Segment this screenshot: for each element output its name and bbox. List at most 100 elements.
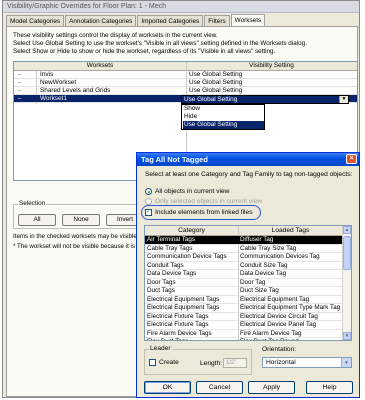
- table-row[interactable]: Cable Tray Tags Cable Tray Size Tag: [145, 244, 343, 253]
- vg-titlebar[interactable]: Visibility/Graphic Overrides for Floor P…: [3, 1, 359, 13]
- loaded-tag-name[interactable]: Diffuser Tag: [240, 236, 273, 244]
- loaded-tag-name[interactable]: Duct Size Tag: [240, 287, 279, 295]
- orientation-value: Horizontal: [266, 359, 296, 366]
- chevron-down-icon[interactable]: ▼: [341, 358, 351, 367]
- table-row[interactable]: Conduit Tags Conduit Size Tag: [145, 262, 343, 270]
- loaded-tag-name[interactable]: Cable Tray Size Tag: [240, 245, 296, 253]
- scroll-up-icon[interactable]: ▲: [343, 226, 351, 234]
- table-row[interactable]: Electrical Fixture Tags Electrical Device…: [145, 312, 343, 321]
- visibility-column-header[interactable]: Visibility Setting: [186, 62, 357, 71]
- workset-visibility[interactable]: Use Global Setting: [189, 87, 242, 95]
- tab-model-categories[interactable]: Model Categories: [6, 15, 65, 26]
- worksets-description-line: Select Use Global Setting to use the wor…: [13, 40, 307, 47]
- category-column-header[interactable]: Category: [145, 226, 238, 236]
- select-none-button[interactable]: None: [62, 214, 100, 226]
- select-all-button[interactable]: All: [18, 214, 56, 226]
- close-icon[interactable]: ×: [346, 154, 357, 164]
- tab-imported-categories[interactable]: Imported Categories: [137, 15, 204, 26]
- tab-filters[interactable]: Filters: [204, 15, 230, 26]
- worksets-description-line: Select Show or Hide to show or hide the …: [13, 48, 276, 55]
- vg-tab-strip: Model Categories Annotation Categories I…: [6, 14, 266, 26]
- worksets-description-line: These visibility settings control the di…: [13, 32, 218, 39]
- radio-button[interactable]: [145, 188, 152, 195]
- scope-option-all-objects[interactable]: All objects in current view: [145, 187, 229, 196]
- table-row-selected[interactable]: Air Terminal Tags Diffuser Tag: [145, 236, 343, 245]
- help-button[interactable]: Help: [306, 381, 353, 394]
- option-use-global-setting[interactable]: Use Global Setting: [183, 121, 264, 129]
- vg-dialog-title: Visibility/Graphic Overrides for Floor P…: [7, 3, 166, 10]
- tab-worksets[interactable]: Worksets: [230, 14, 266, 26]
- workset-name: Invis: [40, 71, 54, 78]
- tag-all-not-tagged-dialog: Tag All Not Tagged × Select at least one…: [136, 152, 360, 398]
- loaded-tag-name[interactable]: Communication Devices Tag: [240, 253, 320, 261]
- table-row[interactable]: Communication Device Tags Communication D…: [145, 253, 343, 262]
- category-name: Air Terminal Tags: [147, 236, 196, 243]
- tag-dialog-titlebar[interactable]: Tag All Not Tagged ×: [137, 153, 359, 166]
- tab-annotation-categories[interactable]: Annotation Categories: [65, 15, 137, 26]
- scroll-down-icon[interactable]: ▼: [343, 332, 351, 340]
- loaded-tag-name[interactable]: Electrical Equipment Type Mark Tag: [240, 304, 340, 312]
- workset-visibility[interactable]: Use Global Setting: [189, 79, 242, 87]
- worksets-column-header[interactable]: Worksets: [14, 62, 186, 71]
- workset-name: NewWorkset: [40, 79, 77, 86]
- table-row[interactable]: Electrical Equipment Tags Electrical Equi…: [145, 296, 343, 304]
- table-row[interactable]: – Shared Levels and Grids Use Global Set…: [14, 87, 357, 95]
- category-name: Fire Alarm Device Tags: [147, 329, 212, 337]
- visibility-setting-options: Show Hide Use Global Setting: [181, 104, 265, 130]
- radio-button[interactable]: [145, 198, 152, 205]
- loaded-tag-name[interactable]: Electrical Device Circuit Tag: [240, 313, 318, 321]
- table-row[interactable]: – Invis Use Global Setting: [14, 71, 357, 79]
- loaded-tag-name[interactable]: Electrical Device Panel Tag: [240, 321, 316, 329]
- checkbox[interactable]: [149, 359, 156, 366]
- visibility-setting-dropdown[interactable]: Use Global Setting ▼: [181, 95, 349, 104]
- selection-group-label: Selection: [18, 200, 47, 207]
- workset-name: Workset1: [40, 95, 67, 102]
- tag-instruction-text: Select at least one Category and Tag Fam…: [145, 171, 353, 178]
- workset-visibility[interactable]: Use Global Setting: [189, 71, 242, 79]
- table-row[interactable]: – NewWorkset Use Global Setting: [14, 79, 357, 87]
- checkbox[interactable]: ✓: [145, 209, 152, 216]
- category-name: Electrical Fixture Tags: [147, 321, 209, 328]
- category-tags-table: Category Loaded Tags Air Terminal Tags Di…: [144, 225, 352, 341]
- category-table-scrollbar[interactable]: ▲ ▼: [342, 226, 351, 340]
- leader-length-input[interactable]: 1/2": [223, 358, 247, 368]
- option-show[interactable]: Show: [183, 105, 264, 113]
- create-leader-option[interactable]: Create: [149, 359, 179, 366]
- create-leader-label: Create: [159, 359, 179, 366]
- tag-dialog-title: Tag All Not Tagged: [141, 155, 208, 164]
- category-name: Cable Tray Tags: [147, 244, 193, 252]
- table-row[interactable]: Duct Tags Duct Size Tag: [145, 287, 343, 296]
- ok-button[interactable]: OK: [144, 381, 191, 394]
- option-hide[interactable]: Hide: [183, 113, 264, 121]
- loaded-tags-column-header[interactable]: Loaded Tags: [238, 226, 343, 236]
- orientation-select[interactable]: Horizontal ▼: [262, 357, 352, 368]
- loaded-tag-name[interactable]: Door Tag: [240, 279, 265, 287]
- table-row[interactable]: Fire Alarm Device Tags Fire Alarm Device …: [145, 329, 343, 338]
- loaded-tag-name[interactable]: Fire Alarm Device Tag: [240, 330, 301, 338]
- cancel-button[interactable]: Cancel: [196, 381, 243, 394]
- loaded-tag-name[interactable]: Flex Duct Tag Round: [240, 338, 299, 340]
- table-row[interactable]: Door Tags Door Tag: [145, 279, 343, 287]
- table-row[interactable]: Electrical Fixture Tags Electrical Device…: [145, 321, 343, 330]
- loaded-tag-name[interactable]: Conduit Size Tag: [240, 262, 288, 270]
- workset-name: Shared Levels and Grids: [40, 87, 111, 94]
- include-linked-files-option[interactable]: ✓ Include elements from linked files: [145, 208, 253, 217]
- dash-icon: –: [18, 80, 22, 86]
- category-name: Electrical Fixture Tags: [147, 312, 209, 320]
- leader-length-label: Length:: [200, 360, 222, 367]
- category-name: Communication Device Tags: [147, 253, 227, 260]
- chevron-down-icon[interactable]: ▼: [339, 96, 348, 103]
- dash-icon: –: [18, 88, 22, 94]
- scroll-thumb[interactable]: [343, 236, 351, 270]
- category-name: Duct Tags: [147, 287, 175, 294]
- selection-group: Selection All None Invert: [13, 200, 153, 229]
- table-row[interactable]: Data Device Tags Data Device Tag: [145, 270, 343, 279]
- category-name: Electrical Equipment Tags: [147, 304, 220, 311]
- scope-option-label: Only selected objects in current view: [155, 198, 263, 205]
- category-name: Data Device Tags: [147, 270, 197, 277]
- apply-button[interactable]: Apply: [248, 381, 295, 394]
- loaded-tag-name[interactable]: Electrical Equipment Tag: [240, 296, 309, 304]
- table-row[interactable]: Flex Duct Tags Flex Duct Tag Round: [145, 338, 343, 340]
- table-row[interactable]: Electrical Equipment Tags Electrical Equi…: [145, 304, 343, 313]
- loaded-tag-name[interactable]: Data Device Tag: [240, 270, 286, 278]
